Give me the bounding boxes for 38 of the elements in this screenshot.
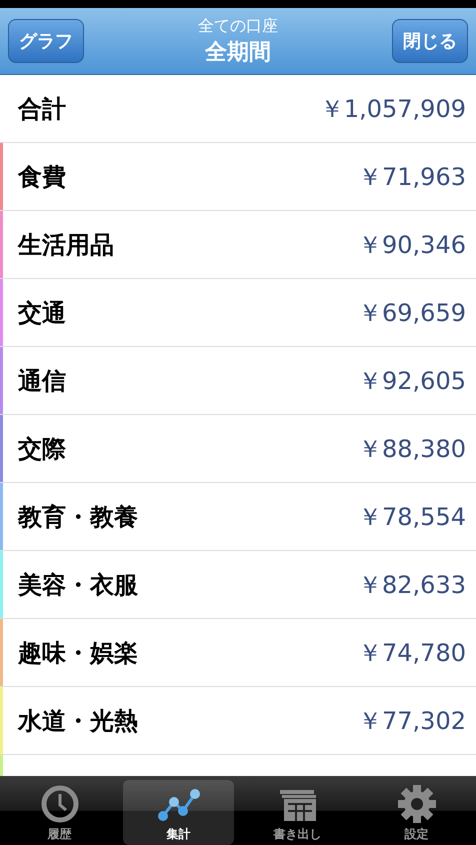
- category-label: 水道・光熱: [18, 706, 138, 736]
- category-row[interactable]: 交際 ￥88,380: [0, 415, 476, 483]
- category-amount: ￥69,659: [358, 298, 466, 328]
- clock-icon: [40, 784, 80, 824]
- category-row[interactable]: 美容・衣服 ￥82,633: [0, 551, 476, 619]
- tab[interactable]: 集計: [123, 780, 234, 845]
- category-label: 通信: [18, 366, 66, 396]
- category-row[interactable]: 通信 ￥92,605: [0, 347, 476, 415]
- account-subtitle: 全ての口座: [198, 16, 278, 36]
- category-label: 教育・教養: [18, 502, 138, 532]
- category-row[interactable]: 水道・光熱 ￥77,302: [0, 687, 476, 755]
- category-amount: ￥88,380: [358, 434, 466, 464]
- tab[interactable]: 設定: [361, 780, 472, 845]
- category-row[interactable]: 食費 ￥71,963: [0, 143, 476, 211]
- category-amount: ￥74,780: [358, 638, 466, 668]
- category-row[interactable]: 趣味・娯楽 ￥74,780: [0, 619, 476, 687]
- total-amount: ￥1,057,909: [320, 94, 466, 124]
- category-amount: ￥90,346: [358, 230, 466, 260]
- category-label: 生活用品: [18, 230, 114, 260]
- category-amount: ￥92,605: [358, 366, 466, 396]
- category-amount: ￥71,963: [358, 162, 466, 192]
- category-label: 食費: [18, 162, 66, 192]
- close-button[interactable]: 閉じる: [392, 19, 468, 63]
- category-amount: ￥77,302: [358, 706, 466, 736]
- category-row[interactable]: 教育・教養 ￥78,554: [0, 483, 476, 551]
- category-row[interactable]: 交通 ￥69,659: [0, 279, 476, 347]
- category-row[interactable]: 生活用品 ￥90,346: [0, 211, 476, 279]
- tab[interactable]: 履歴: [4, 780, 115, 845]
- tab[interactable]: 書き出し: [242, 780, 353, 845]
- total-label: 合計: [18, 94, 66, 124]
- category-label: 交際: [18, 434, 66, 464]
- category-label: 美容・衣服: [18, 570, 138, 600]
- category-label: 趣味・娯楽: [18, 638, 138, 668]
- category-amount: ￥82,633: [358, 570, 466, 600]
- settings-icon: [396, 784, 436, 824]
- category-label: 交通: [18, 298, 66, 328]
- category-amount: ￥78,554: [358, 502, 466, 532]
- period-title: 全期間: [205, 38, 271, 66]
